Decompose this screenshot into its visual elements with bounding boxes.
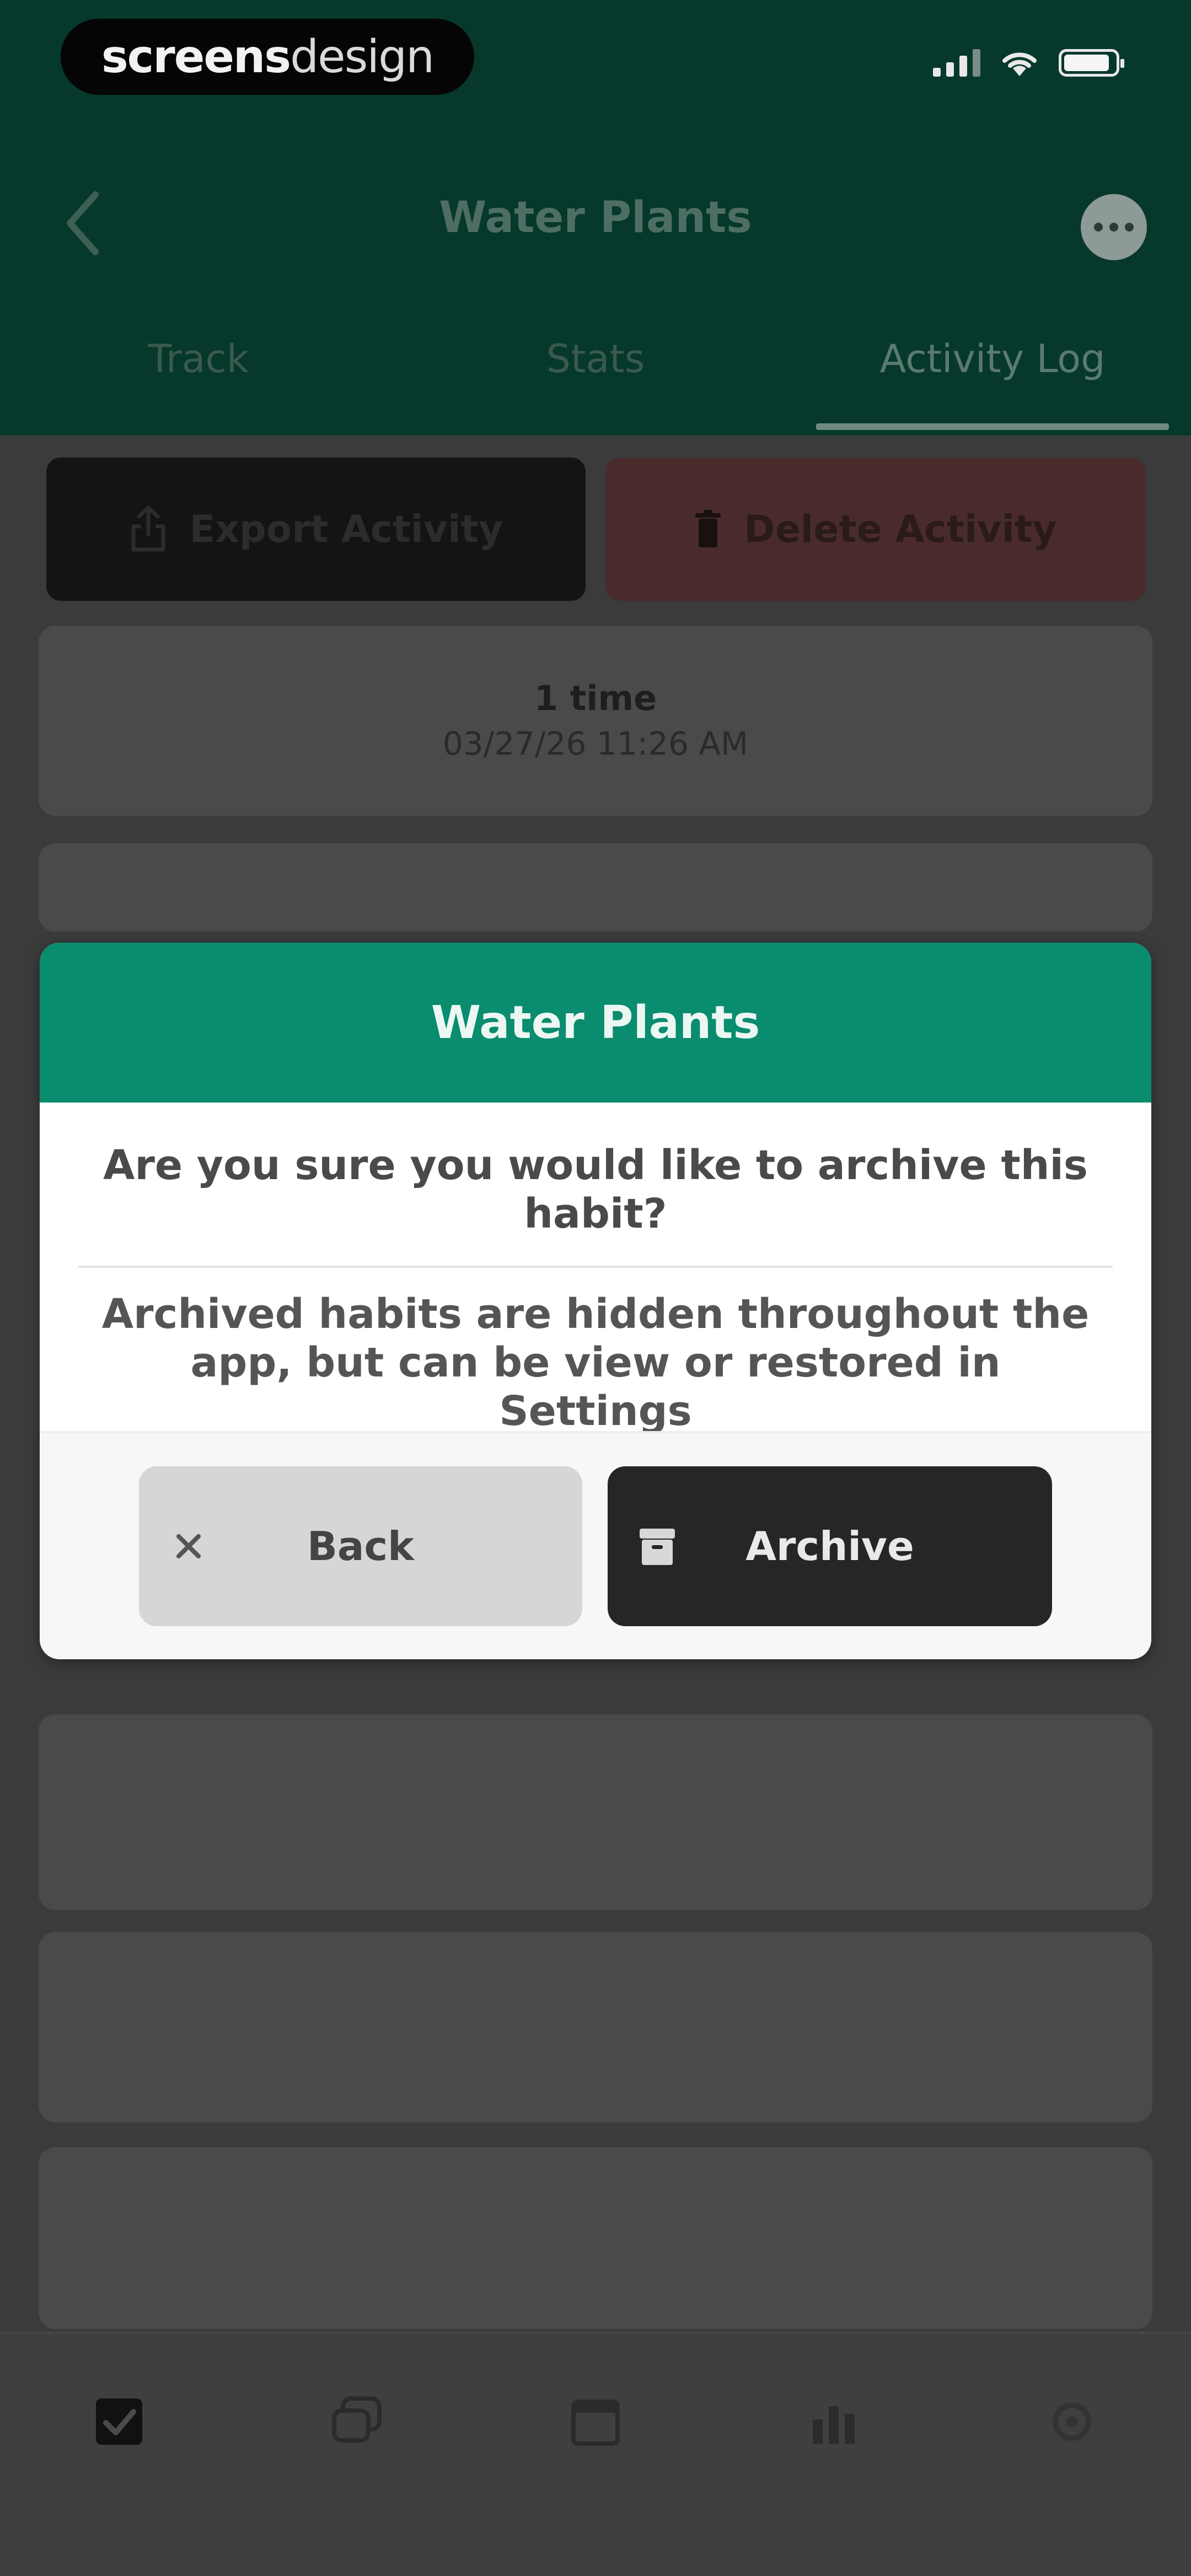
trash-icon <box>695 510 721 547</box>
delete-activity-button[interactable]: Delete Activity <box>605 458 1146 601</box>
watermark-logo: screensdesign <box>61 19 474 95</box>
calendar-icon <box>571 2400 620 2446</box>
wifi-icon <box>1002 52 1037 76</box>
back-button-dialog[interactable]: Back <box>139 1466 582 1626</box>
log-entry-card-empty <box>39 1932 1152 2122</box>
more-horizontal-icon <box>1094 223 1103 232</box>
dialog-note: Archived habits are hidden throughout th… <box>101 1290 1090 1435</box>
dialog-question: Are you sure you would like to archive t… <box>103 1142 1088 1238</box>
nav-calendar[interactable] <box>562 2389 629 2455</box>
archive-box-icon <box>640 1529 675 1565</box>
dialog-footer: Back Archive <box>40 1431 1151 1659</box>
log-entry-card-empty <box>39 2147 1152 2329</box>
close-icon <box>176 1534 201 1558</box>
log-entry-date: 03/27/26 11:26 AM <box>442 725 749 762</box>
dialog-header: Water Plants <box>40 943 1151 1103</box>
chart-bars-icon <box>813 2406 855 2444</box>
export-activity-button[interactable]: Export Activity <box>46 458 586 601</box>
archive-button[interactable]: Archive <box>608 1466 1052 1626</box>
dialog-title: Water Plants <box>431 996 760 1049</box>
archive-dialog: Water Plants Are you sure you would like… <box>40 943 1151 1659</box>
share-icon <box>131 505 165 552</box>
chat-bubbles-icon <box>332 2396 382 2443</box>
tab-bar: Track Stats Activity Log <box>0 325 1191 430</box>
nav-habits[interactable] <box>86 2389 152 2455</box>
log-entry-card[interactable]: 1 time 03/27/26 11:26 AM <box>39 626 1152 816</box>
nav-settings[interactable] <box>1039 2389 1105 2455</box>
log-entry-card-empty <box>39 843 1152 932</box>
nav-stats[interactable] <box>801 2389 867 2455</box>
page-title: Water Plants <box>439 193 752 243</box>
battery-icon <box>1059 49 1124 77</box>
tab-stats[interactable]: Stats <box>397 325 794 430</box>
nav-journal[interactable] <box>324 2389 390 2455</box>
checkbox-icon <box>96 2398 142 2445</box>
more-options-button[interactable] <box>1081 194 1147 260</box>
header-bar: Water Plants Track Stats Activity Log <box>0 110 1191 435</box>
dialog-divider <box>78 1266 1113 1268</box>
tab-track[interactable]: Track <box>0 325 397 430</box>
bottom-nav <box>0 2332 1191 2576</box>
tab-activity-log[interactable]: Activity Log <box>794 325 1191 430</box>
delete-activity-label: Delete Activity <box>744 507 1057 551</box>
status-bar: screensdesign <box>0 0 1191 110</box>
system-icons <box>933 49 1124 77</box>
export-activity-label: Export Activity <box>189 507 503 551</box>
log-entry-card-empty <box>39 1714 1152 1910</box>
log-entry-title: 1 time <box>534 678 657 718</box>
signal-icon <box>933 49 980 77</box>
settings-icon <box>1053 2402 1091 2441</box>
